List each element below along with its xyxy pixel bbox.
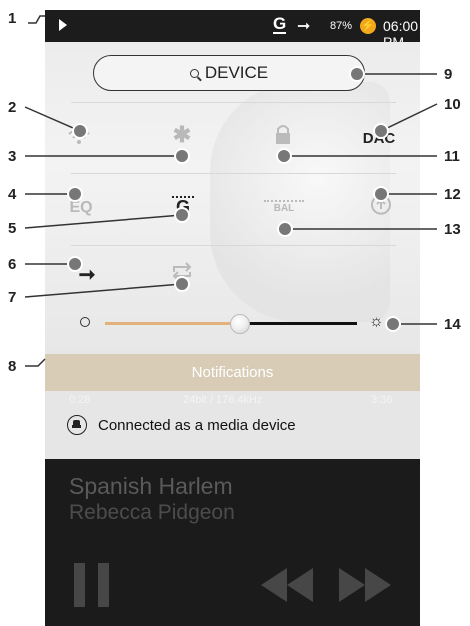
callout-number: 13 (444, 221, 461, 238)
callout-dot (174, 276, 190, 292)
callout-dot (174, 207, 190, 223)
callout-lines (24, 15, 438, 367)
callout-number: 4 (8, 186, 17, 203)
callout-dot (277, 221, 293, 237)
callout-dot (67, 186, 83, 202)
callout-dot (174, 148, 190, 164)
callout-dot (349, 66, 365, 82)
callout-dot (385, 316, 401, 332)
callout-number: 5 (8, 220, 17, 237)
callout-number: 1 (8, 10, 17, 27)
callout-number: 10 (444, 96, 461, 113)
callout-number: 12 (444, 186, 461, 203)
callout-number: 8 (8, 358, 17, 375)
callout-number: 14 (444, 316, 461, 333)
callout-dot (373, 186, 389, 202)
callout-number: 11 (444, 148, 460, 165)
callout-dot (373, 123, 389, 139)
callout-number: 2 (8, 99, 17, 116)
callout-number: 7 (8, 289, 17, 306)
callout-dot (72, 123, 88, 139)
callout-number: 6 (8, 256, 17, 273)
callout-number: 9 (444, 66, 453, 83)
callout-dot (276, 148, 292, 164)
callout-dot (67, 256, 83, 272)
callout-number: 3 (8, 148, 17, 165)
